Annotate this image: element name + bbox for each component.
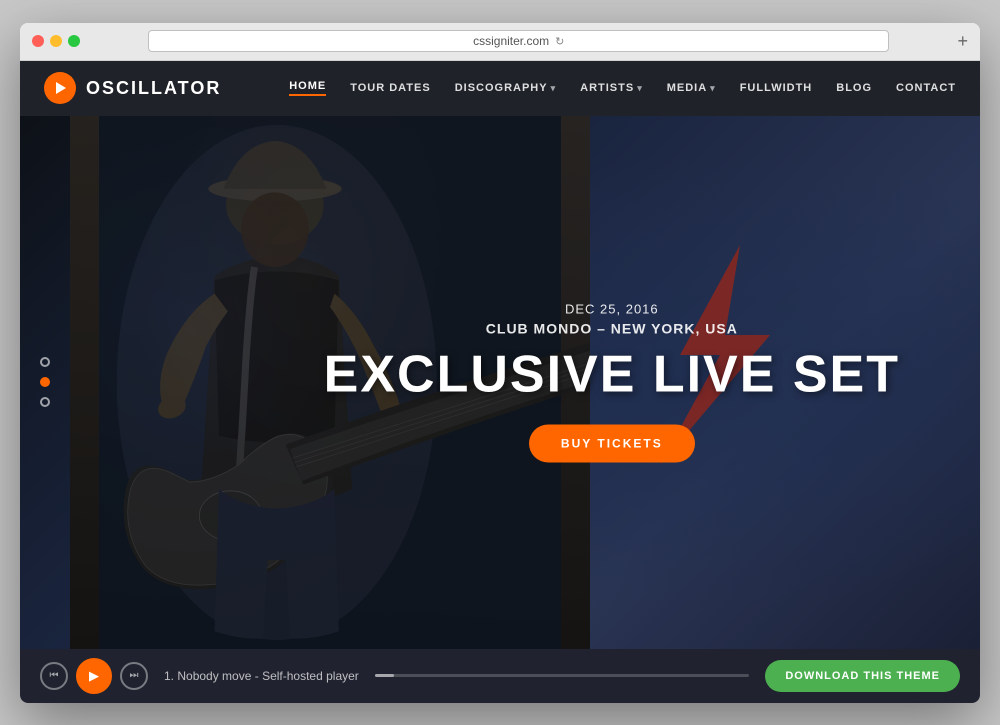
hero-date: DEC 25, 2016 bbox=[324, 302, 900, 317]
traffic-light-minimize[interactable] bbox=[50, 35, 62, 47]
track-number: 1. bbox=[164, 669, 174, 683]
chevron-down-icon: ▾ bbox=[637, 83, 643, 94]
hero-title: EXCLUSIVE LIVE SET bbox=[324, 349, 900, 401]
prev-track-button[interactable]: ⏮ bbox=[40, 662, 68, 690]
traffic-lights bbox=[32, 35, 80, 47]
nav-link-contact[interactable]: CONTACT bbox=[896, 82, 956, 94]
track-info: 1. Nobody move - Self-hosted player bbox=[164, 669, 359, 683]
logo-icon bbox=[44, 72, 76, 104]
nav-links: HOME TOUR DATES DISCOGRAPHY ▾ ARTISTS ▾ … bbox=[289, 80, 956, 96]
player-controls: ⏮ ▶ ⏭ bbox=[40, 658, 148, 694]
navbar: OSCILLATOR HOME TOUR DATES DISCOGRAPHY ▾… bbox=[20, 61, 980, 116]
player-bar: ⏮ ▶ ⏭ 1. Nobody move - Self-hosted playe… bbox=[20, 649, 980, 703]
nav-link-media[interactable]: MEDIA ▾ bbox=[667, 82, 716, 94]
url-text: cssigniter.com bbox=[473, 34, 549, 48]
hero-venue: CLUB MONDO – NEW YORK, USA bbox=[324, 321, 900, 337]
traffic-light-close[interactable] bbox=[32, 35, 44, 47]
logo[interactable]: OSCILLATOR bbox=[44, 72, 221, 104]
progress-bar[interactable] bbox=[375, 674, 750, 677]
slide-dot-1[interactable] bbox=[40, 357, 50, 367]
nav-link-fullwidth[interactable]: FULLWIDTH bbox=[740, 82, 813, 94]
refresh-icon[interactable]: ↻ bbox=[555, 35, 564, 48]
download-theme-button[interactable]: DOWNLOAD THIS THEME bbox=[765, 660, 960, 692]
nav-link-discography[interactable]: DISCOGRAPHY ▾ bbox=[455, 82, 556, 94]
progress-fill bbox=[375, 674, 394, 677]
slide-indicators bbox=[40, 357, 50, 407]
next-track-button[interactable]: ⏭ bbox=[120, 662, 148, 690]
nav-link-blog[interactable]: BLOG bbox=[836, 82, 872, 94]
track-name: Nobody move - Self-hosted player bbox=[177, 669, 358, 683]
hero-section: DEC 25, 2016 CLUB MONDO – NEW YORK, USA … bbox=[20, 116, 980, 649]
logo-text: OSCILLATOR bbox=[86, 78, 221, 99]
slide-dot-2[interactable] bbox=[40, 377, 50, 387]
traffic-light-maximize[interactable] bbox=[68, 35, 80, 47]
buy-tickets-button[interactable]: BUY TICKETS bbox=[529, 425, 695, 463]
slide-dot-3[interactable] bbox=[40, 397, 50, 407]
nav-link-artists[interactable]: ARTISTS ▾ bbox=[580, 82, 643, 94]
chevron-down-icon: ▾ bbox=[551, 83, 557, 94]
hero-content: DEC 25, 2016 CLUB MONDO – NEW YORK, USA … bbox=[324, 302, 900, 463]
browser-chrome: cssigniter.com ↻ + bbox=[20, 23, 980, 61]
website: OSCILLATOR HOME TOUR DATES DISCOGRAPHY ▾… bbox=[20, 61, 980, 703]
nav-link-tour-dates[interactable]: TOUR DATES bbox=[350, 82, 431, 94]
nav-link-home[interactable]: HOME bbox=[289, 80, 326, 96]
play-button[interactable]: ▶ bbox=[76, 658, 112, 694]
new-tab-button[interactable]: + bbox=[957, 31, 968, 52]
address-bar[interactable]: cssigniter.com ↻ bbox=[148, 30, 889, 52]
browser-window: cssigniter.com ↻ + OSCILLATOR HOME TOUR … bbox=[20, 23, 980, 703]
chevron-down-icon: ▾ bbox=[710, 83, 716, 94]
